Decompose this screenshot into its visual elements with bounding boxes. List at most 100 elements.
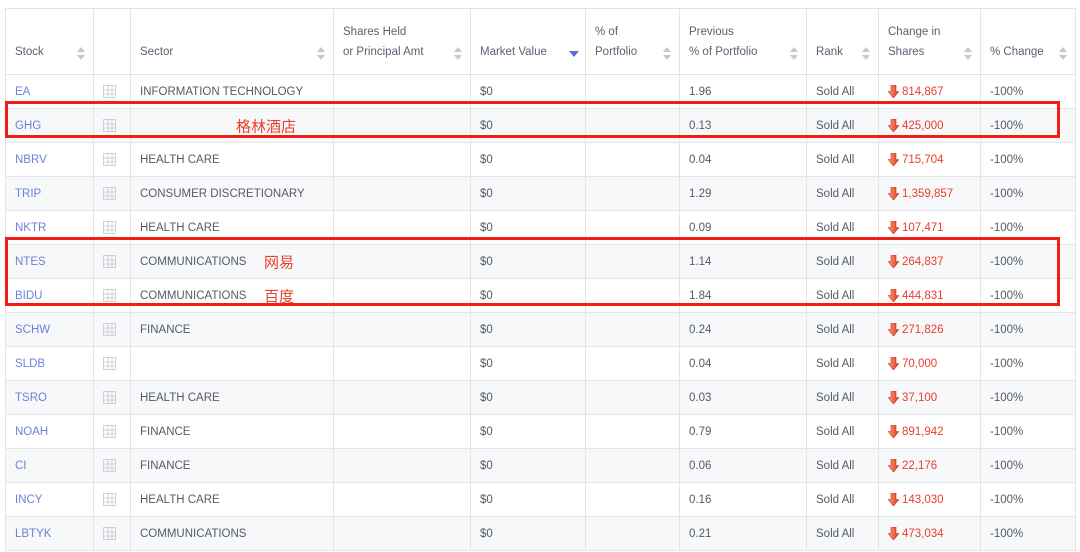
stock-ticker-link[interactable]: NBRV [15,154,47,166]
grid-icon[interactable] [103,153,116,166]
cell-pct-portfolio [585,448,680,483]
table-row[interactable]: NOAH FINANCE $0 0.79 Sold All 891,942 -100% [5,414,1076,449]
arrow-down-red-icon [888,119,899,132]
table-body: EA INFORMATION TECHNOLOGY $0 1.96 Sold All 81… [5,74,1076,551]
sort-arrows-icon[interactable] [1059,47,1068,60]
column-header-stock[interactable]: Stock [5,8,94,75]
stock-ticker-link[interactable]: GHG [15,120,41,132]
cell-stock: TRIP [5,176,94,211]
cell-market-value: $0 [470,244,586,279]
grid-icon[interactable] [103,357,116,370]
cell-pct-portfolio [585,74,680,109]
table-row[interactable]: INCY HEALTH CARE $0 0.16 Sold All 143,030 -100… [5,482,1076,517]
cell-previous-pct-portfolio: 0.13 [679,108,807,143]
cell-pct-portfolio [585,278,680,313]
cell-chart-toggle[interactable] [93,108,131,143]
cell-chart-toggle[interactable] [93,414,131,449]
table-row[interactable]: NTES COMMUNICATIONS 网易 $0 1.14 Sold All 264,83… [5,244,1076,279]
stock-ticker-link[interactable]: CI [15,460,27,472]
cell-chart-toggle[interactable] [93,74,131,109]
table-row[interactable]: TSRO HEALTH CARE $0 0.03 Sold All 37,100 -100% [5,380,1076,415]
cell-chart-toggle[interactable] [93,482,131,517]
cell-previous-pct-portfolio: 0.16 [679,482,807,517]
stock-ticker-link[interactable]: SLDB [15,358,45,370]
grid-icon[interactable] [103,85,116,98]
grid-icon[interactable] [103,459,116,472]
sector-label: HEALTH CARE [140,391,220,404]
cell-chart-toggle[interactable] [93,278,131,313]
sort-arrows-icon[interactable] [77,47,86,60]
stock-ticker-link[interactable]: NKTR [15,222,46,234]
cell-change-in-shares: 271,826 [878,312,981,347]
sort-arrows-icon[interactable] [790,47,799,60]
cell-chart-toggle[interactable] [93,516,131,551]
grid-icon[interactable] [103,425,116,438]
cell-pct-portfolio [585,142,680,177]
arrow-down-red-icon [888,459,899,472]
cell-chart-toggle[interactable] [93,448,131,483]
table-row[interactable]: SLDB $0 0.04 Sold All 70,000 -100% [5,346,1076,381]
grid-icon[interactable] [103,255,116,268]
stock-ticker-link[interactable]: BIDU [15,290,42,302]
sort-arrows-icon[interactable] [454,47,463,60]
table-row[interactable]: NKTR HEALTH CARE $0 0.09 Sold All 107,471 -100… [5,210,1076,245]
grid-icon[interactable] [103,221,116,234]
stock-ticker-link[interactable]: INCY [15,494,42,506]
column-header-pct_change[interactable]: % Change [980,8,1076,75]
table-row[interactable]: GHG 格林酒店 $0 0.13 Sold All 425,000 -100% [5,108,1076,143]
table-row[interactable]: SCHW FINANCE $0 0.24 Sold All 271,826 -100% [5,312,1076,347]
cell-rank: Sold All [806,74,879,109]
column-header-sector[interactable]: Sector [130,8,334,75]
column-header-chg_shares[interactable]: Change in Shares [878,8,981,75]
stock-ticker-link[interactable]: LBTYK [15,528,51,540]
cell-chart-toggle[interactable] [93,312,131,347]
column-header-market_value[interactable]: Market Value [470,8,586,75]
sector-label: HEALTH CARE [140,221,220,234]
table-row[interactable]: LBTYK COMMUNICATIONS $0 0.21 Sold All 473,034… [5,516,1076,551]
column-header-shares_held[interactable]: Shares Held or Principal Amt [333,8,471,75]
cell-sector: COMMUNICATIONS [130,516,334,551]
cell-previous-pct-portfolio: 0.04 [679,142,807,177]
cell-chart-toggle[interactable] [93,244,131,279]
grid-icon[interactable] [103,493,116,506]
sector-label: FINANCE [140,323,191,336]
table-row[interactable]: BIDU COMMUNICATIONS 百度 $0 1.84 Sold All 444,83… [5,278,1076,313]
column-header-pct_port[interactable]: % of Portfolio [585,8,680,75]
grid-icon[interactable] [103,527,116,540]
cell-chart-toggle[interactable] [93,346,131,381]
grid-icon[interactable] [103,289,116,302]
stock-ticker-link[interactable]: TRIP [15,188,41,200]
cell-chart-toggle[interactable] [93,210,131,245]
sort-descending-icon[interactable] [569,44,579,57]
table-row[interactable]: NBRV HEALTH CARE $0 0.04 Sold All 715,704 -100… [5,142,1076,177]
cell-chart-toggle[interactable] [93,380,131,415]
stock-ticker-link[interactable]: NTES [15,256,46,268]
grid-icon[interactable] [103,187,116,200]
sort-arrows-icon[interactable] [317,47,326,60]
sector-label: HEALTH CARE [140,153,220,166]
table-row[interactable]: CI FINANCE $0 0.06 Sold All 22,176 -100% [5,448,1076,483]
holdings-table: Stock Sector Shares Held or Principal Amt Ma… [5,8,1076,551]
column-header-rank[interactable]: Rank [806,8,879,75]
stock-ticker-link[interactable]: SCHW [15,324,50,336]
grid-icon[interactable] [103,119,116,132]
cell-market-value: $0 [470,142,586,177]
column-header-prev_pct[interactable]: Previous % of Portfolio [679,8,807,75]
stock-ticker-link[interactable]: TSRO [15,392,47,404]
cell-change-in-shares: 37,100 [878,380,981,415]
cell-sector: COMMUNICATIONS 百度 [130,278,334,313]
sort-arrows-icon[interactable] [663,47,672,60]
table-row[interactable]: EA INFORMATION TECHNOLOGY $0 1.96 Sold All 81… [5,74,1076,109]
cell-chart-toggle[interactable] [93,142,131,177]
stock-ticker-link[interactable]: EA [15,86,30,98]
change-in-shares-value: 264,837 [902,256,944,268]
sort-arrows-icon[interactable] [964,47,973,60]
sort-arrows-icon[interactable] [862,47,871,60]
cell-chart-toggle[interactable] [93,176,131,211]
grid-icon[interactable] [103,323,116,336]
stock-ticker-link[interactable]: NOAH [15,426,48,438]
table-row[interactable]: TRIP CONSUMER DISCRETIONARY $0 1.29 Sold All… [5,176,1076,211]
cell-pct-change: -100% [980,516,1076,551]
grid-icon[interactable] [103,391,116,404]
column-header-chart[interactable] [93,8,131,75]
